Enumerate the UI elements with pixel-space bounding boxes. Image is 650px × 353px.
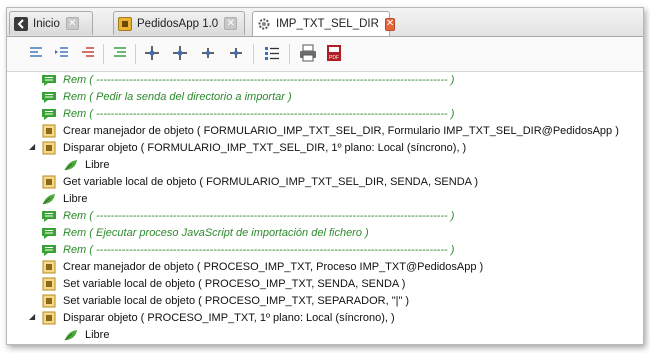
comment-icon xyxy=(41,73,57,87)
svg-text:PDF: PDF xyxy=(329,55,339,61)
tree-row-rem[interactable]: Rem ( ----------------------------------… xyxy=(41,106,454,122)
tree-row-rem[interactable]: Rem ( Ejecutar proceso JavaScript de imp… xyxy=(41,225,369,241)
tree-row-command[interactable]: Crear manejador de objeto ( PROCESO_IMP_… xyxy=(41,259,483,275)
tree-row-command[interactable]: Set variable local de objeto ( PROCESO_I… xyxy=(41,276,405,292)
gear-icon xyxy=(257,17,271,31)
tree-row-command[interactable]: Get variable local de objeto ( FORMULARI… xyxy=(41,174,478,190)
collapse-toggle-icon[interactable]: ◢ xyxy=(29,143,37,151)
tab-pedidosapp[interactable]: PedidosApp 1.0 ✕ xyxy=(113,11,245,35)
comment-icon xyxy=(41,90,57,104)
collapse-toggle-icon[interactable]: ◢ xyxy=(29,313,37,321)
toolbar: PDF xyxy=(7,37,643,72)
indent-icon[interactable] xyxy=(53,44,71,62)
tree-row-command[interactable]: Disparar objeto ( FORMULARIO_IMP_TXT_SEL… xyxy=(41,140,466,156)
tree-row-libre[interactable]: Libre xyxy=(63,157,109,173)
list-icon[interactable] xyxy=(263,44,281,62)
move-left-icon[interactable] xyxy=(199,44,217,62)
tree-row-libre[interactable]: Libre xyxy=(41,191,87,207)
row-text: Disparar objeto ( PROCESO_IMP_TXT, 1º pl… xyxy=(63,312,395,324)
move-cursor-alt-icon[interactable] xyxy=(171,44,189,62)
print-icon[interactable] xyxy=(299,44,317,62)
leaf-icon xyxy=(63,158,79,172)
toolbar-separator xyxy=(289,44,290,64)
row-text: Disparar objeto ( FORMULARIO_IMP_TXT_SEL… xyxy=(63,142,467,154)
comment-icon xyxy=(41,226,57,240)
command-icon xyxy=(41,175,57,189)
toolbar-separator xyxy=(135,44,136,64)
row-text: Libre xyxy=(63,193,88,205)
align-left-icon[interactable] xyxy=(27,44,45,62)
back-arrow-icon xyxy=(14,16,28,31)
row-text: Rem ( ----------------------------------… xyxy=(63,210,455,222)
tree-row-command[interactable]: Disparar objeto ( PROCESO_IMP_TXT, 1º pl… xyxy=(41,310,395,326)
comment-icon xyxy=(41,209,57,223)
row-text: Rem ( Ejecutar proceso JavaScript de imp… xyxy=(63,227,369,239)
row-text: Set variable local de objeto ( PROCESO_I… xyxy=(63,278,406,290)
leaf-icon xyxy=(63,328,79,342)
tree-row-libre[interactable]: Libre xyxy=(63,327,109,343)
row-text: Rem ( Pedir la senda del directorio a im… xyxy=(63,91,292,103)
tab-inicio[interactable]: Inicio ✕ xyxy=(9,11,93,35)
pdf-icon[interactable]: PDF xyxy=(325,44,343,62)
row-text: Libre xyxy=(85,159,110,171)
command-icon xyxy=(41,294,57,308)
row-text: Libre xyxy=(85,329,110,341)
code-tree: Rem ( ----------------------------------… xyxy=(7,72,643,344)
command-icon xyxy=(41,277,57,291)
outdent-red-icon[interactable] xyxy=(79,44,97,62)
row-text: Get variable local de objeto ( FORMULARI… xyxy=(63,176,479,188)
toolbar-separator xyxy=(253,44,254,64)
close-icon[interactable]: ✕ xyxy=(224,17,238,30)
close-icon[interactable]: ✕ xyxy=(65,17,79,30)
app-icon xyxy=(118,16,132,31)
command-icon xyxy=(41,124,57,138)
tab-label: Inicio xyxy=(33,17,60,30)
tree-row-rem[interactable]: Rem ( ----------------------------------… xyxy=(41,208,454,224)
move-right-icon[interactable] xyxy=(227,44,245,62)
tree-row-command[interactable]: Set variable local de objeto ( PROCESO_I… xyxy=(41,293,409,309)
command-icon xyxy=(41,260,57,274)
tab-label: IMP_TXT_SEL_DIR xyxy=(276,18,379,30)
tab-label: PedidosApp 1.0 xyxy=(137,17,219,30)
move-cursor-icon[interactable] xyxy=(143,44,161,62)
row-text: Rem ( ----------------------------------… xyxy=(63,74,455,86)
row-text: Rem ( ----------------------------------… xyxy=(63,244,455,256)
tree-row-rem[interactable]: Rem ( ----------------------------------… xyxy=(41,72,454,88)
row-text: Rem ( ----------------------------------… xyxy=(63,108,455,120)
tab-imp-txt-sel-dir[interactable]: IMP_TXT_SEL_DIR ✕ xyxy=(252,11,396,36)
row-text: Crear manejador de objeto ( FORMULARIO_I… xyxy=(63,125,619,137)
command-icon xyxy=(41,141,57,155)
tab-strip: Inicio ✕ PedidosApp 1.0 ✕ IMP_TXT_SEL_DI… xyxy=(7,8,643,37)
indent-green-icon[interactable] xyxy=(111,44,129,62)
comment-icon xyxy=(41,107,57,121)
editor-window: Inicio ✕ PedidosApp 1.0 ✕ IMP_TXT_SEL_DI… xyxy=(6,7,644,345)
comment-icon xyxy=(41,243,57,257)
tree-row-rem[interactable]: Rem ( Pedir la senda del directorio a im… xyxy=(41,89,292,105)
row-text: Crear manejador de objeto ( PROCESO_IMP_… xyxy=(63,261,484,273)
command-icon xyxy=(41,311,57,325)
toolbar-separator xyxy=(103,44,104,64)
leaf-icon xyxy=(41,192,57,206)
row-text: Set variable local de objeto ( PROCESO_I… xyxy=(63,295,410,307)
tree-row-rem[interactable]: Rem ( ----------------------------------… xyxy=(41,242,454,258)
tree-row-command[interactable]: Crear manejador de objeto ( FORMULARIO_I… xyxy=(41,123,619,139)
close-icon[interactable]: ✕ xyxy=(384,17,396,31)
